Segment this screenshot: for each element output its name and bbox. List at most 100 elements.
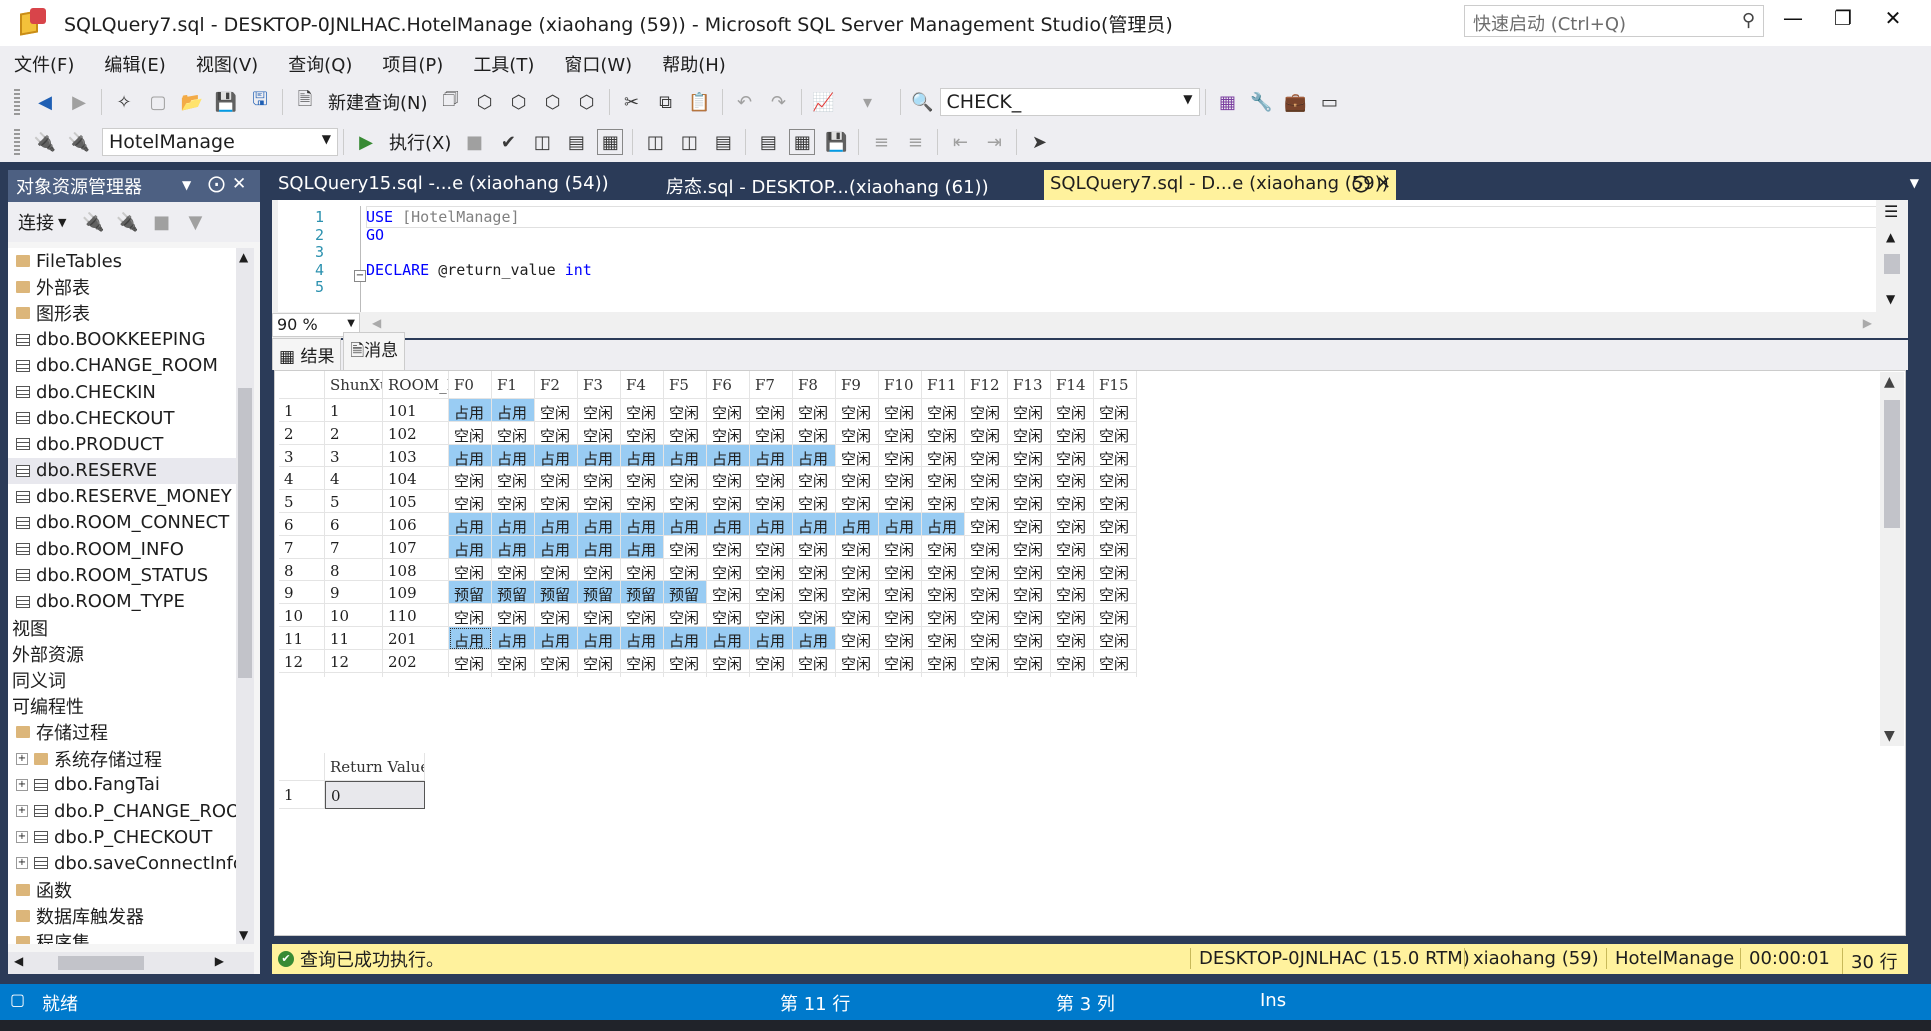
grid-cell[interactable]: 空闲 [1094, 558, 1137, 582]
tree-node[interactable]: 外部资源 [8, 641, 254, 667]
grid-cell[interactable]: 空闲 [965, 558, 1008, 582]
grid-cell[interactable]: 占用 [621, 513, 664, 536]
grid-cell[interactable]: 空闲 [1008, 558, 1051, 582]
column-header[interactable]: F3 [578, 371, 621, 399]
grid-cell[interactable]: 占用 [449, 535, 492, 559]
tree-node[interactable]: dbo.ROOM_STATUS [8, 562, 254, 588]
grid-cell[interactable]: 空闲 [750, 649, 793, 673]
pin-icon[interactable]: ⨀ [208, 174, 225, 194]
grid-cell[interactable]: 空闲 [750, 535, 793, 559]
grid-cell[interactable]: 203 [383, 672, 449, 677]
scroll-thumb[interactable] [238, 388, 252, 678]
actual-plan-icon[interactable]: ◫ [642, 129, 668, 155]
grid-cell[interactable]: 空闲 [707, 421, 750, 445]
grid-cell[interactable]: 空闲 [965, 513, 1008, 536]
tree-node[interactable]: dbo.CHECKIN [8, 379, 254, 405]
menu-item[interactable]: 查询(Q) [288, 51, 352, 77]
grid-cell[interactable]: 空闲 [879, 399, 922, 422]
grid-cell[interactable]: 空闲 [1094, 627, 1137, 650]
grid-cell[interactable]: 空闲 [664, 535, 707, 559]
grid-cell[interactable]: 202 [383, 649, 449, 673]
grid-cell[interactable]: 空闲 [664, 558, 707, 582]
grid-cell[interactable]: 空闲 [1094, 444, 1137, 468]
grid-cell[interactable]: 空闲 [1094, 513, 1137, 536]
tree-node[interactable]: 函数 [8, 877, 254, 903]
results-to-grid-icon[interactable]: ▦ [789, 129, 816, 155]
grid-cell[interactable]: 空闲 [621, 604, 664, 627]
grid-cell[interactable]: 6 [325, 513, 383, 536]
grid-cell[interactable]: 预留 [578, 581, 621, 605]
row-number[interactable]: 2 [279, 421, 325, 445]
minimize-button[interactable]: — [1770, 6, 1816, 38]
grid-cell[interactable]: 空闲 [750, 581, 793, 605]
tab-fangtai[interactable]: 房态.sql - DESKTOP...(xiaohang (61)) [660, 170, 995, 200]
grid-cell[interactable]: 空闲 [879, 649, 922, 673]
undo-icon[interactable]: ↶ [732, 89, 758, 115]
execute-icon[interactable]: ▶ [353, 129, 379, 155]
grid-cell[interactable]: 占用 [492, 399, 535, 422]
grid-cell[interactable]: 空闲 [965, 467, 1008, 491]
grid-cell[interactable]: 占用 [836, 513, 879, 536]
grid-cell[interactable]: 空闲 [664, 649, 707, 673]
results-vscroll[interactable]: ▲ ▼ [1880, 372, 1904, 746]
grid-cell[interactable]: 预留 [535, 581, 578, 605]
tree-node[interactable]: FileTables [8, 248, 254, 274]
grid-cell[interactable]: 空闲 [836, 399, 879, 422]
grid-cell[interactable]: 空闲 [922, 399, 965, 422]
grid-cell[interactable]: 空闲 [1094, 421, 1137, 445]
grid-cell[interactable]: 空闲 [621, 399, 664, 422]
find-combo[interactable]: CHECK_ ▼ [939, 88, 1200, 116]
grid-cell[interactable]: 空闲 [965, 535, 1008, 559]
grid-cell[interactable]: 空闲 [492, 672, 535, 677]
solution-explorer-icon[interactable]: ▦ [1215, 89, 1241, 115]
scroll-thumb[interactable] [58, 956, 144, 970]
tree-node[interactable]: dbo.ROOM_TYPE [8, 588, 254, 614]
grid-cell[interactable]: 空闲 [578, 672, 621, 677]
grid-cell[interactable]: 占用 [922, 513, 965, 536]
query-designer-icon[interactable]: ▤ [563, 129, 589, 155]
row-number[interactable]: 12 [279, 649, 325, 673]
tree-node[interactable]: + dbo.P_CHECKOUT [8, 824, 254, 850]
grid-cell[interactable]: 空闲 [1008, 672, 1051, 677]
grid-cell[interactable]: 空闲 [578, 467, 621, 491]
grid-cell[interactable]: 占用 [578, 535, 621, 559]
row-number[interactable]: 9 [279, 581, 325, 605]
menu-item[interactable]: 帮助(H) [662, 51, 726, 77]
disconnect-icon[interactable]: 🔌 [114, 209, 140, 235]
grid-cell[interactable]: 空闲 [965, 444, 1008, 468]
grid-cell[interactable]: 空闲 [1051, 558, 1094, 582]
grid-cell[interactable]: 空闲 [621, 421, 664, 445]
grid-cell[interactable]: 空闲 [793, 490, 836, 513]
row-number[interactable]: 5 [279, 490, 325, 513]
column-header[interactable]: F13 [1008, 371, 1051, 399]
grid-cell[interactable]: 空闲 [750, 467, 793, 491]
menu-item[interactable]: 编辑(E) [104, 51, 165, 77]
expand-icon[interactable]: + [16, 778, 28, 791]
grid-cell[interactable]: 空闲 [535, 490, 578, 513]
comment-icon[interactable]: ≡ [868, 129, 894, 155]
grid-cell[interactable]: 空闲 [1051, 581, 1094, 605]
connect-plug-icon[interactable]: 🔌 [80, 209, 106, 235]
grid-cell[interactable]: 占用 [707, 627, 750, 650]
connect-icon[interactable]: 🔌 [32, 129, 58, 155]
grid-cell[interactable]: 空闲 [1094, 649, 1137, 673]
row-number[interactable]: 4 [279, 467, 325, 491]
uncomment-icon[interactable]: ≡ [902, 129, 928, 155]
tree-node[interactable]: + 系统存储过程 [8, 746, 254, 772]
grid-cell[interactable]: 空闲 [793, 604, 836, 627]
grid-cell[interactable]: 空闲 [535, 421, 578, 445]
grid-cell[interactable]: 预留 [449, 581, 492, 605]
grid-cell[interactable]: 空闲 [793, 581, 836, 605]
scroll-up-icon[interactable]: ▲ [1886, 230, 1895, 244]
column-header[interactable]: F7 [750, 371, 793, 399]
row-number[interactable]: 10 [279, 604, 325, 627]
column-header[interactable]: F9 [836, 371, 879, 399]
available-databases-combo[interactable]: HotelManage ▼ [102, 128, 338, 156]
results-grid[interactable]: ShunXuROOM_IDF0F1F2F3F4F5F6F7F8F9F10F11F… [279, 371, 1879, 677]
grid-cell[interactable]: 空闲 [793, 672, 836, 677]
grid-cell[interactable]: 空闲 [1094, 672, 1137, 677]
copy-icon[interactable]: ⧉ [653, 89, 679, 115]
grid-cell[interactable]: 占用 [664, 444, 707, 468]
column-header[interactable]: F1 [492, 371, 535, 399]
grid-cell[interactable]: 占用 [535, 513, 578, 536]
